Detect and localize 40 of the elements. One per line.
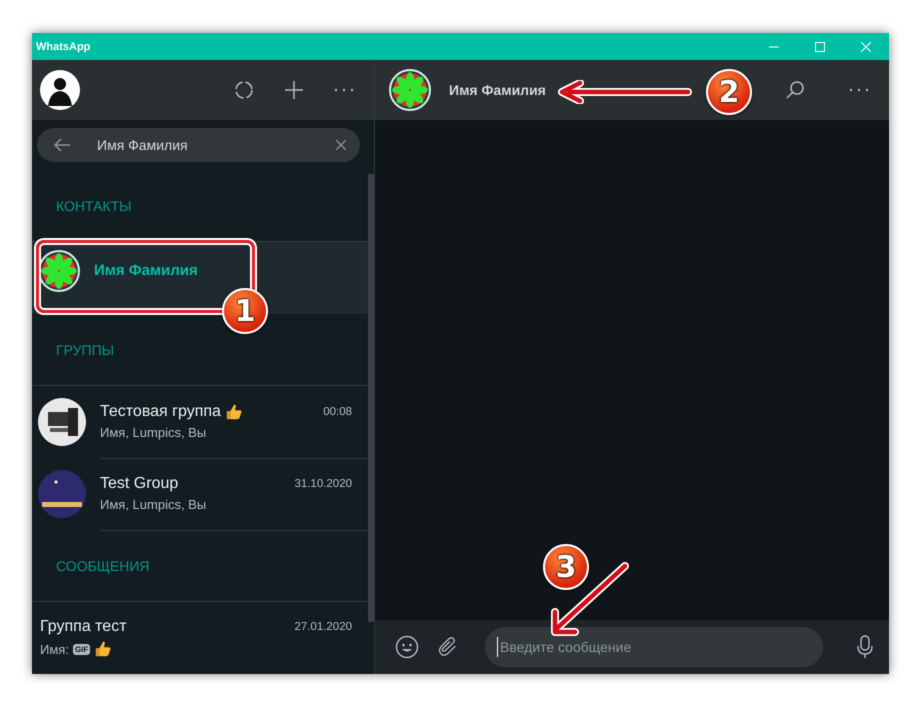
- section-heading: КОНТАКТЫ: [56, 198, 132, 214]
- emoji-smiley-icon[interactable]: [395, 635, 419, 659]
- chat-item[interactable]: Test Group 31.10.2020 Имя, Lumpics, Вы: [32, 458, 368, 530]
- more-dots-icon[interactable]: [849, 88, 869, 92]
- window-title: WhatsApp: [36, 40, 90, 52]
- status-circle-icon[interactable]: [234, 80, 254, 100]
- back-arrow-icon[interactable]: [53, 138, 71, 152]
- computer-photo-avatar: [38, 398, 86, 446]
- chat-item[interactable]: Группа тест 27.01.2020 Имя: GIF: [32, 602, 368, 674]
- chat-contact-name[interactable]: Имя Фамилия: [449, 82, 546, 98]
- gif-badge: GIF: [72, 644, 90, 654]
- scrollbar[interactable]: [368, 174, 374, 622]
- section-heading: СООБЩЕНИЯ: [56, 558, 150, 574]
- chat-preview: Имя, Lumpics, Вы: [100, 425, 206, 440]
- night-sky-avatar: [38, 470, 86, 518]
- chat-item[interactable]: Тестовая группа 00:08 Имя, Lumpics, Вы: [32, 386, 368, 458]
- section-heading: ГРУППЫ: [56, 342, 114, 358]
- chat-time: 00:08: [323, 406, 352, 418]
- chat-time: 31.10.2020: [294, 478, 352, 490]
- clear-icon[interactable]: [336, 140, 346, 150]
- thumbs-up-icon: [94, 640, 112, 658]
- chat-preview: Имя:: [40, 642, 69, 656]
- search-bar[interactable]: Имя Фамилия: [37, 128, 360, 162]
- chat-title: Test Group: [100, 475, 178, 493]
- flower-avatar: [38, 250, 80, 292]
- search-icon[interactable]: [785, 80, 805, 100]
- flower-avatar: [389, 69, 431, 111]
- message-bar[interactable]: Введите сообщение: [485, 627, 823, 667]
- chat-title: Группа тест: [40, 618, 127, 636]
- microphone-icon[interactable]: [857, 635, 873, 659]
- chat-time: 27.01.2020: [294, 621, 352, 633]
- profile-silhouette-avatar[interactable]: [40, 70, 80, 110]
- chat-title: Тестовая группа: [100, 403, 221, 421]
- chat-preview: Имя, Lumpics, Вы: [100, 497, 206, 512]
- more-dots-icon[interactable]: [334, 88, 354, 92]
- contact-name: Имя Фамилия: [94, 262, 198, 279]
- thumbs-up-icon: [224, 403, 243, 421]
- close-icon: [861, 42, 871, 52]
- plus-icon[interactable]: [284, 80, 304, 100]
- maximize-icon: [815, 42, 825, 52]
